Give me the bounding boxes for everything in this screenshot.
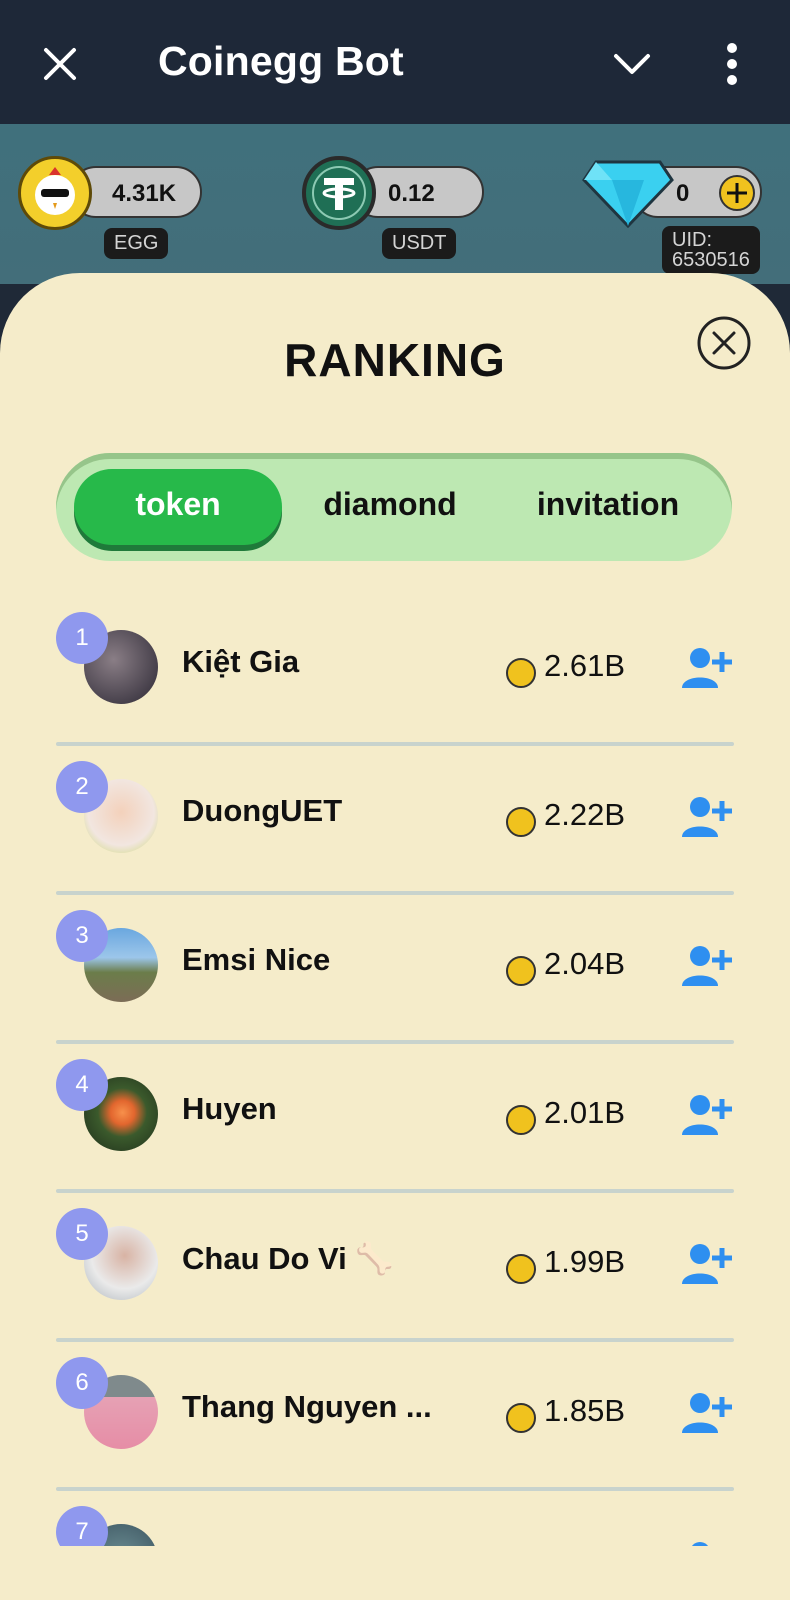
ranking-row[interactable]: 5 Chau Do Vi 🦴 1.99B (56, 1194, 734, 1342)
ranking-tabs: token diamond invitation (56, 453, 732, 561)
player-score: 2.61B (544, 648, 626, 683)
app-title: Coinegg Bot (158, 38, 404, 84)
egg-coin-icon (506, 658, 536, 688)
add-friend-icon[interactable] (682, 1242, 736, 1286)
usdt-balance: 0.12 (388, 180, 435, 207)
ranking-row[interactable]: 4 Huyen 2.01B (56, 1045, 734, 1193)
tab-diamond[interactable]: diamond (286, 469, 494, 545)
player-score: 2.01B (544, 1095, 626, 1130)
add-friend-icon[interactable] (682, 1391, 736, 1435)
row-divider (56, 742, 734, 746)
player-score: 1.99B (544, 1244, 626, 1279)
player-score: 1.85B (544, 1393, 626, 1428)
ranking-row[interactable]: 6 Thang Nguyen ... 1.85B (56, 1343, 734, 1491)
player-name: Chau Do Vi 🦴 (182, 1241, 394, 1276)
egg-chicken-icon (18, 156, 92, 230)
egg-coin-icon (506, 1403, 536, 1433)
ranking-row[interactable]: 1 Kiệt Gia 2.61B (56, 598, 734, 746)
more-options-icon[interactable] (722, 42, 742, 86)
add-friend-icon[interactable] (682, 944, 736, 988)
diamond-icon (582, 160, 674, 228)
usdt-icon (302, 156, 376, 230)
ranking-row[interactable]: 3 Emsi Nice 2.04B (56, 896, 734, 1044)
rank-badge: 4 (56, 1059, 108, 1111)
player-score: 2.04B (544, 946, 626, 981)
rank-badge: 2 (56, 761, 108, 813)
egg-coin-icon (506, 1105, 536, 1135)
diamond-balance: 0 (676, 180, 690, 207)
close-circle-icon[interactable] (696, 315, 752, 371)
row-divider (56, 1338, 734, 1342)
add-friend-icon[interactable] (682, 646, 736, 690)
ranking-title: RANKING (284, 334, 506, 386)
player-name: Kiệt Gia (182, 644, 300, 679)
player-name: Emsi Nice (182, 942, 331, 977)
row-divider (56, 1487, 734, 1491)
add-friend-icon[interactable] (682, 795, 736, 839)
chevron-down-icon[interactable] (612, 48, 652, 82)
rank-badge: 3 (56, 910, 108, 962)
close-icon[interactable] (40, 44, 80, 84)
rank-badge: 5 (56, 1208, 108, 1260)
list-clip (0, 1546, 790, 1600)
row-divider (56, 1189, 734, 1193)
rank-badge: 1 (56, 612, 108, 664)
ranking-row[interactable]: 2 DuongUET 2.22B (56, 747, 734, 895)
egg-tag: EGG (104, 228, 169, 259)
egg-coin-icon (506, 1254, 536, 1284)
egg-coin-icon (506, 956, 536, 986)
egg-balance: 4.31K (112, 180, 177, 207)
player-name: Huyen (182, 1091, 277, 1126)
tab-token[interactable]: token (74, 469, 282, 545)
app-header: Coinegg Bot (0, 0, 790, 124)
row-divider (56, 891, 734, 895)
uid-tag: UID: 6530516 (662, 226, 760, 274)
player-name: DuongUET (182, 793, 343, 828)
egg-coin-icon (506, 807, 536, 837)
usdt-tag: USDT (382, 228, 457, 259)
add-diamond-icon[interactable] (718, 174, 756, 212)
player-name: Thang Nguyen ... (182, 1389, 432, 1424)
tab-invitation[interactable]: invitation (502, 469, 714, 545)
player-score: 2.22B (544, 797, 626, 832)
rank-badge: 6 (56, 1357, 108, 1409)
add-friend-icon[interactable] (682, 1093, 736, 1137)
row-divider (56, 1040, 734, 1044)
